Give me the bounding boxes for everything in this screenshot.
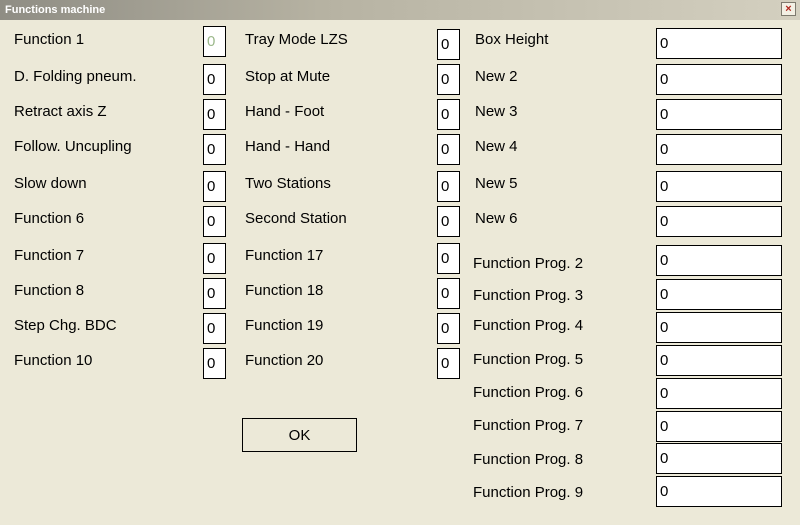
field-function-prog-7[interactable]	[656, 411, 782, 442]
field-d-folding-pneum[interactable]	[203, 64, 226, 95]
label-function-17: Function 17	[245, 247, 324, 264]
field-function-prog-9[interactable]	[656, 476, 782, 507]
field-function-prog-6[interactable]	[656, 378, 782, 409]
label-slow-down: Slow down	[14, 175, 87, 192]
label-function-prog-9: Function Prog. 9	[473, 484, 584, 501]
field-function-prog-3[interactable]	[656, 279, 782, 310]
field-function-17[interactable]	[437, 243, 460, 274]
field-hand-hand[interactable]	[437, 134, 460, 165]
title-bar[interactable]: Functions machine ×	[0, 0, 800, 20]
field-box-height[interactable]	[656, 28, 782, 59]
field-function-prog-5[interactable]	[656, 345, 782, 376]
label-function-prog-8: Function Prog. 8	[473, 451, 584, 468]
label-function-prog-5: Function Prog. 5	[473, 351, 584, 368]
field-new-5[interactable]	[656, 171, 782, 202]
label-function-8: Function 8	[14, 282, 85, 299]
field-step-chg-bdc[interactable]	[203, 313, 226, 344]
field-second-station[interactable]	[437, 206, 460, 237]
field-new-6[interactable]	[656, 206, 782, 237]
functions-machine-window: Functions machine × Function 1 D. Foldin…	[0, 0, 800, 525]
field-stop-at-mute[interactable]	[437, 64, 460, 95]
field-tray-mode-lzs[interactable]	[437, 29, 460, 60]
label-function-prog-4: Function Prog. 4	[473, 317, 584, 334]
field-hand-foot[interactable]	[437, 99, 460, 130]
label-new-2: New 2	[475, 68, 518, 85]
label-function-20: Function 20	[245, 352, 324, 369]
field-function-prog-8[interactable]	[656, 443, 782, 474]
label-function-prog-7: Function Prog. 7	[473, 417, 584, 434]
field-two-stations[interactable]	[437, 171, 460, 202]
label-function-18: Function 18	[245, 282, 324, 299]
field-function-18[interactable]	[437, 278, 460, 309]
label-new-6: New 6	[475, 210, 518, 227]
field-function-8[interactable]	[203, 278, 226, 309]
field-function-prog-2[interactable]	[656, 245, 782, 276]
label-function-19: Function 19	[245, 317, 324, 334]
label-function-prog-3: Function Prog. 3	[473, 287, 584, 304]
label-hand-foot: Hand - Foot	[245, 103, 325, 120]
ok-button[interactable]: OK	[242, 418, 357, 452]
label-new-5: New 5	[475, 175, 518, 192]
label-hand-hand: Hand - Hand	[245, 138, 331, 155]
label-step-chg-bdc: Step Chg. BDC	[14, 317, 117, 334]
label-function-prog-2: Function Prog. 2	[473, 255, 584, 272]
field-function-10[interactable]	[203, 348, 226, 379]
label-tray-mode-lzs: Tray Mode LZS	[245, 31, 348, 48]
field-new-4[interactable]	[656, 134, 782, 165]
field-retract-axis-z[interactable]	[203, 99, 226, 130]
field-function-1[interactable]	[203, 26, 226, 57]
close-icon: ×	[785, 3, 792, 15]
label-function-10: Function 10	[14, 352, 93, 369]
window-title: Functions machine	[5, 4, 106, 16]
label-stop-at-mute: Stop at Mute	[245, 68, 331, 85]
label-d-folding-pneum: D. Folding pneum.	[14, 68, 137, 85]
field-function-prog-4[interactable]	[656, 312, 782, 343]
field-new-3[interactable]	[656, 99, 782, 130]
field-slow-down[interactable]	[203, 171, 226, 202]
field-function-6[interactable]	[203, 206, 226, 237]
label-two-stations: Two Stations	[245, 175, 331, 192]
label-function-6: Function 6	[14, 210, 85, 227]
field-function-19[interactable]	[437, 313, 460, 344]
label-box-height: Box Height	[475, 31, 549, 48]
label-function-7: Function 7	[14, 247, 85, 264]
field-new-2[interactable]	[656, 64, 782, 95]
label-new-4: New 4	[475, 138, 518, 155]
field-function-20[interactable]	[437, 348, 460, 379]
field-follow-uncupling[interactable]	[203, 134, 226, 165]
label-function-prog-6: Function Prog. 6	[473, 384, 584, 401]
field-function-7[interactable]	[203, 243, 226, 274]
label-new-3: New 3	[475, 103, 518, 120]
label-retract-axis-z: Retract axis Z	[14, 103, 107, 120]
label-function-1: Function 1	[14, 31, 85, 48]
label-follow-uncupling: Follow. Uncupling	[14, 138, 132, 155]
label-second-station: Second Station	[245, 210, 347, 227]
close-button[interactable]: ×	[781, 2, 796, 16]
